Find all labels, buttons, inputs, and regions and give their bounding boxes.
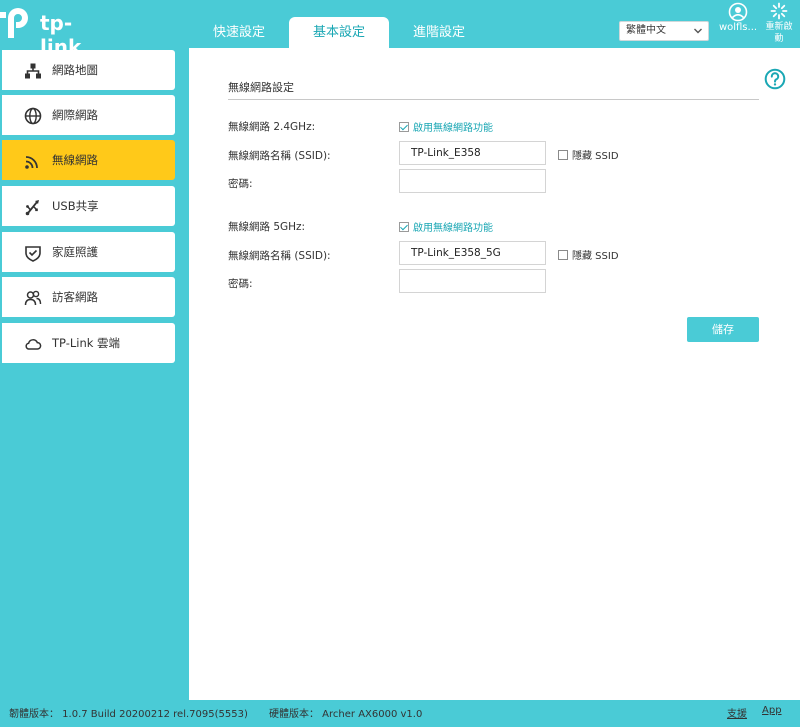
sidebar-item-label: 網路地圖	[52, 63, 98, 77]
tp-link-logo-icon	[0, 8, 28, 38]
sidebar-item-label: 訪客網路	[52, 290, 98, 304]
shield-icon	[25, 246, 41, 262]
band5-label: 無線網路 5GHz:	[228, 221, 306, 233]
user-icon	[728, 2, 748, 22]
section-title: 無線網路設定	[228, 81, 294, 94]
network-map-icon	[25, 63, 41, 79]
language-select[interactable]: 繁體中文	[619, 21, 709, 41]
band5-enable-checkbox[interactable]: 啟用無線網路功能	[399, 219, 493, 234]
band5-ssid-label: 無線網路名稱 (SSID):	[228, 250, 331, 262]
user-label: wolfls...	[718, 22, 758, 33]
save-button[interactable]: 儲存	[687, 317, 759, 342]
checkbox-unchecked-icon	[558, 250, 568, 260]
chevron-down-icon	[694, 28, 702, 34]
wifi-icon	[25, 156, 38, 169]
band5-password-label: 密碼:	[228, 278, 253, 290]
sidebar-item-label: 網際網路	[52, 108, 98, 122]
hardware-version: 硬體版本： Archer AX6000 v1.0	[269, 709, 423, 720]
help-icon[interactable]	[764, 68, 786, 90]
app-link[interactable]: App	[762, 705, 782, 716]
tab-basic[interactable]: 基本設定	[289, 17, 389, 48]
checkbox-checked-icon	[399, 222, 409, 232]
band24-ssid-label: 無線網路名稱 (SSID):	[228, 150, 331, 162]
band24-enable-checkbox[interactable]: 啟用無線網路功能	[399, 119, 493, 134]
checkbox-checked-icon	[399, 122, 409, 132]
cloud-icon	[25, 339, 42, 350]
sidebar-item-label: TP-Link 雲端	[52, 336, 121, 350]
band24-hide-ssid-label: 隱藏 SSID	[572, 151, 619, 162]
sidebar-item-homecare[interactable]: 家庭照護	[2, 232, 175, 272]
main-panel: 無線網路設定 無線網路 2.4GHz: 啟用無線網路功能 無線網路名稱 (SSI…	[189, 48, 800, 700]
tab-advanced[interactable]: 進階設定	[389, 17, 489, 48]
sidebar-item-network-map[interactable]: 網路地圖	[2, 50, 175, 90]
band24-ssid-input[interactable]	[399, 141, 546, 165]
sidebar-item-tplink-cloud[interactable]: TP-Link 雲端	[2, 323, 175, 363]
guest-users-icon	[24, 290, 42, 306]
language-value: 繁體中文	[626, 25, 666, 36]
reboot-label: 重新啟動	[765, 22, 793, 44]
usb-icon	[25, 200, 39, 216]
tab-quick-setup[interactable]: 快速設定	[189, 17, 289, 48]
sidebar-item-guest-network[interactable]: 訪客網路	[2, 277, 175, 317]
reboot-button[interactable]: 重新啟動	[762, 2, 796, 48]
firmware-version: 韌體版本： 1.0.7 Build 20200212 rel.7095(5553…	[9, 709, 248, 720]
top-bar: tp-link 快速設定 基本設定 進階設定 繁體中文 wolfls... 重新…	[0, 0, 800, 59]
band24-password-label: 密碼:	[228, 178, 253, 190]
band5-ssid-input[interactable]	[399, 241, 546, 265]
band5-hide-ssid-checkbox[interactable]: 隱藏 SSID	[558, 247, 619, 262]
band5-hide-ssid-label: 隱藏 SSID	[572, 251, 619, 262]
band5-enable-label: 啟用無線網路功能	[413, 223, 493, 234]
sidebar-item-wireless[interactable]: 無線網路	[2, 140, 175, 180]
checkbox-unchecked-icon	[558, 150, 568, 160]
band24-password-input[interactable]	[399, 169, 546, 193]
support-link[interactable]: 支援	[727, 705, 747, 720]
band24-label: 無線網路 2.4GHz:	[228, 121, 316, 133]
reboot-icon	[770, 2, 788, 20]
sidebar-item-label: 家庭照護	[52, 245, 98, 259]
user-account-button[interactable]: wolfls...	[716, 2, 760, 42]
tp-link-logo[interactable]: tp-link	[0, 4, 110, 59]
sidebar-item-label: 無線網路	[52, 153, 98, 167]
section-divider	[228, 99, 759, 100]
sidebar-item-label: USB共享	[52, 199, 99, 213]
band24-hide-ssid-checkbox[interactable]: 隱藏 SSID	[558, 147, 619, 162]
sidebar-item-usb[interactable]: USB共享	[2, 186, 175, 226]
band24-enable-label: 啟用無線網路功能	[413, 123, 493, 134]
globe-icon	[24, 107, 42, 125]
sidebar-item-internet[interactable]: 網際網路	[2, 95, 175, 135]
footer: 韌體版本： 1.0.7 Build 20200212 rel.7095(5553…	[0, 700, 800, 727]
band5-password-input[interactable]	[399, 269, 546, 293]
